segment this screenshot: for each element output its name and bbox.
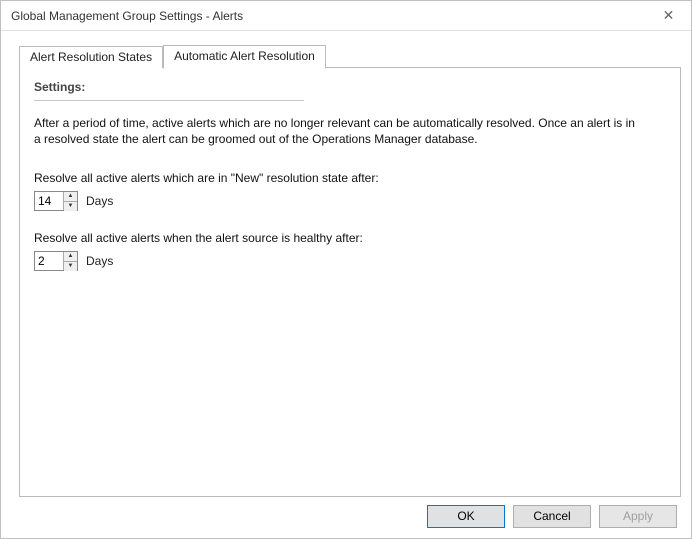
stepper-buttons: ▲ ▼ bbox=[63, 252, 77, 270]
tab-alert-resolution-states[interactable]: Alert Resolution States bbox=[19, 46, 163, 68]
field1-unit: Days bbox=[86, 194, 113, 208]
resolve-healthy-days-input[interactable] bbox=[35, 252, 63, 270]
resolve-new-days-input[interactable] bbox=[35, 192, 63, 210]
section-description: After a period of time, active alerts wh… bbox=[34, 115, 644, 147]
section-title: Settings: bbox=[34, 80, 662, 94]
chevron-down-icon[interactable]: ▼ bbox=[64, 202, 77, 211]
tab-panel: Settings: After a period of time, active… bbox=[19, 67, 681, 497]
resolve-healthy-days-stepper[interactable]: ▲ ▼ bbox=[34, 251, 78, 271]
window-titlebar: Global Management Group Settings - Alert… bbox=[1, 1, 691, 31]
ok-button[interactable]: OK bbox=[427, 505, 505, 528]
tab-container: Alert Resolution States Automatic Alert … bbox=[19, 45, 681, 497]
field1-label: Resolve all active alerts which are in "… bbox=[34, 171, 662, 185]
chevron-up-icon[interactable]: ▲ bbox=[64, 192, 77, 202]
cancel-button[interactable]: Cancel bbox=[513, 505, 591, 528]
apply-button: Apply bbox=[599, 505, 677, 528]
field2-label: Resolve all active alerts when the alert… bbox=[34, 231, 662, 245]
resolve-new-days-stepper[interactable]: ▲ ▼ bbox=[34, 191, 78, 211]
close-icon[interactable]: ✕ bbox=[646, 1, 691, 31]
button-bar: OK Cancel Apply bbox=[427, 505, 677, 528]
field1-row: ▲ ▼ Days bbox=[34, 191, 662, 211]
field2-unit: Days bbox=[86, 254, 113, 268]
chevron-down-icon[interactable]: ▼ bbox=[64, 262, 77, 271]
chevron-up-icon[interactable]: ▲ bbox=[64, 252, 77, 262]
window-title: Global Management Group Settings - Alert… bbox=[11, 9, 243, 23]
tab-automatic-alert-resolution[interactable]: Automatic Alert Resolution bbox=[163, 45, 326, 69]
stepper-buttons: ▲ ▼ bbox=[63, 192, 77, 210]
separator bbox=[34, 100, 304, 101]
field2-row: ▲ ▼ Days bbox=[34, 251, 662, 271]
tab-row: Alert Resolution States Automatic Alert … bbox=[19, 45, 681, 68]
